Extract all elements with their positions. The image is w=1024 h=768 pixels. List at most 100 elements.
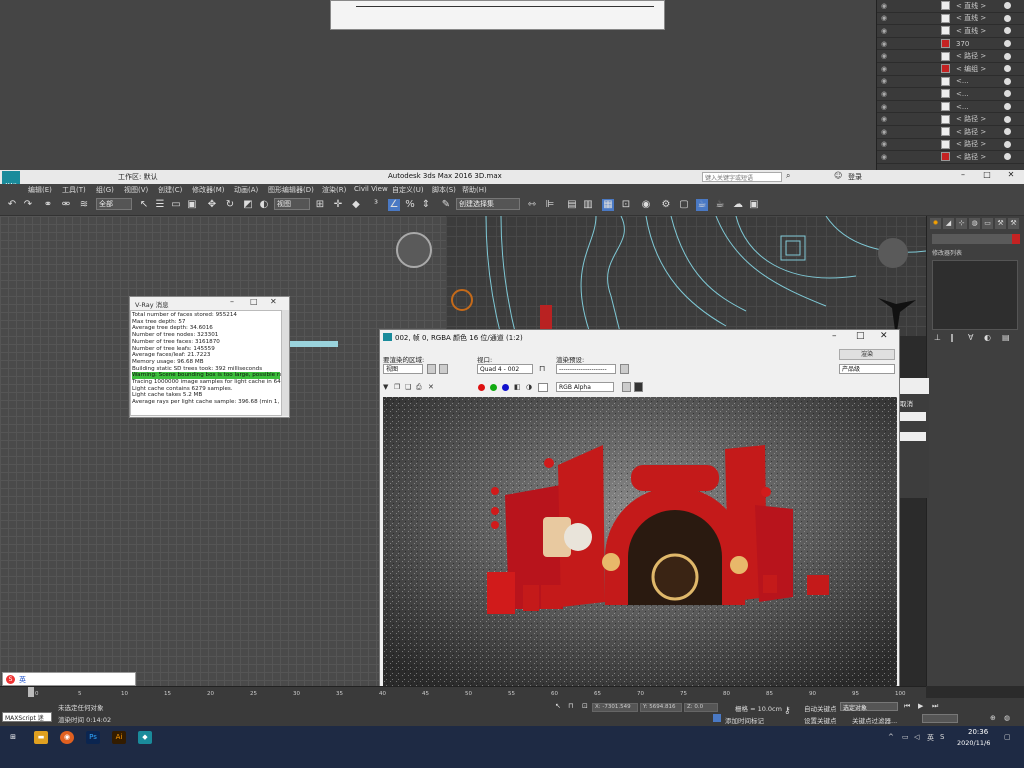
ime-tray-label[interactable]: 英 — [927, 733, 934, 743]
zoom-extents-icon[interactable]: ⊕ — [990, 714, 996, 722]
vray-frame-icon[interactable]: ▣ — [748, 199, 760, 211]
ime-toolbar[interactable]: S 英 — [2, 672, 136, 686]
display-toggle-icon[interactable] — [622, 382, 631, 392]
layer-target-icon[interactable] — [1004, 115, 1011, 123]
illustrator-icon[interactable]: Ai — [112, 731, 126, 744]
green-channel-icon[interactable] — [490, 384, 497, 391]
maxscript-listener[interactable]: MAXScript 迷 — [2, 712, 52, 722]
remove-modifier-icon[interactable]: ◐ — [984, 333, 991, 342]
layer-row[interactable]: ◉ < 直线 > — [877, 25, 1024, 38]
modifier-stack[interactable] — [932, 260, 1018, 330]
menu-item[interactable]: 帮助(H) — [462, 185, 487, 195]
visibility-icon[interactable]: ◉ — [881, 90, 891, 98]
clock-time[interactable]: 20:36 — [968, 728, 988, 736]
align-icon[interactable]: ⊫ — [544, 199, 556, 211]
minimize-button[interactable]: – — [952, 170, 974, 184]
selection-filter-dropdown[interactable]: 全部 — [96, 198, 132, 210]
angle-snap-icon[interactable]: ∠ — [388, 199, 400, 211]
go-end-icon[interactable]: ⏭ — [932, 702, 938, 711]
close-button[interactable]: ✕ — [1000, 170, 1022, 184]
layer-target-icon[interactable] — [1004, 52, 1011, 60]
tray-arrow-icon[interactable]: ^ — [888, 733, 894, 741]
layer-target-icon[interactable] — [1004, 140, 1011, 148]
layer-row[interactable]: ◉ < 路径 > — [877, 139, 1024, 152]
display-tab-icon[interactable]: ▭ — [982, 218, 993, 229]
a360-render-icon[interactable]: ☁ — [732, 199, 744, 211]
select-manipulate-icon[interactable]: ✛ — [332, 199, 344, 211]
mirror-icon[interactable]: ⇿ — [526, 199, 538, 211]
rotate-icon[interactable]: ↻ — [224, 199, 236, 211]
vray-close-button[interactable]: ✕ — [270, 297, 277, 306]
layer-row[interactable]: ◉ <... — [877, 76, 1024, 89]
production-level-dropdown[interactable]: 产品级 — [839, 364, 895, 374]
lock-viewport-icon[interactable]: ⊓ — [539, 364, 545, 373]
key-filters-button[interactable]: 关键点过滤器... — [852, 715, 897, 725]
print-icon[interactable]: ⎙ — [416, 383, 422, 392]
time-tag-icon[interactable] — [713, 714, 721, 722]
dialog-field[interactable] — [900, 432, 926, 441]
render-setup-icon[interactable]: ⚙ — [660, 199, 672, 211]
clone-frame-icon[interactable]: ❑ — [405, 383, 411, 391]
vray-scrollbar[interactable] — [282, 310, 289, 416]
red-channel-icon[interactable] — [478, 384, 485, 391]
maximize-button[interactable]: □ — [976, 170, 998, 184]
key-mode-dropdown[interactable]: 选定对象 — [840, 702, 898, 712]
play-icon[interactable]: ▶ — [918, 702, 923, 710]
layer-target-icon[interactable] — [1004, 103, 1011, 111]
render-preset-dropdown[interactable]: ---------------------- — [556, 364, 616, 374]
visibility-icon[interactable]: ◉ — [881, 2, 891, 10]
rf-close-button[interactable]: ✕ — [880, 331, 888, 341]
ime-mode-label[interactable]: 英 — [19, 675, 26, 685]
cancel-button[interactable]: 取消 — [900, 398, 913, 408]
keyboard-shortcut-icon[interactable]: ◆ — [350, 199, 362, 211]
scale-icon[interactable]: ◩ — [242, 199, 254, 211]
layer-row[interactable]: ◉ 370 — [877, 38, 1024, 51]
unlink-icon[interactable]: ⚮ — [60, 199, 72, 211]
visibility-icon[interactable]: ◉ — [881, 27, 891, 35]
spinner-snap-icon[interactable]: ⇕ — [420, 199, 432, 211]
visibility-icon[interactable]: ◉ — [881, 115, 891, 123]
menu-item[interactable]: 组(G) — [96, 185, 114, 195]
ref-coord-dropdown[interactable]: 视图 — [274, 198, 310, 210]
named-selection-dropdown[interactable]: 创建选择集 — [456, 198, 520, 210]
channel-dropdown[interactable]: RGB Alpha — [556, 382, 614, 392]
visibility-icon[interactable]: ◉ — [881, 140, 891, 148]
visibility-icon[interactable]: ◉ — [881, 65, 891, 73]
configure-sets-icon[interactable]: ▤ — [1002, 333, 1010, 342]
rf-minimize-button[interactable]: – — [832, 331, 837, 341]
create-tab-icon[interactable]: ✹ — [930, 218, 941, 229]
select-object-icon[interactable]: ↖ — [138, 199, 150, 211]
y-coordinate[interactable]: Y: 5694.816 — [640, 703, 682, 712]
layer-row[interactable]: ◉ < 直线 > — [877, 13, 1024, 26]
ribbon-icon[interactable]: ▥ — [582, 199, 594, 211]
menu-item[interactable]: 工具(T) — [62, 185, 86, 195]
layer-target-icon[interactable] — [1004, 90, 1011, 98]
timeline[interactable] — [0, 686, 926, 698]
move-icon[interactable]: ✥ — [206, 199, 218, 211]
area-to-render-dropdown[interactable]: 视图 — [383, 364, 423, 374]
tool-tab-icon[interactable]: ⚒ — [1008, 218, 1019, 229]
object-color-swatch[interactable] — [1012, 234, 1020, 244]
select-by-name-icon[interactable]: ☰ — [154, 199, 166, 211]
menu-item[interactable]: 动画(A) — [234, 185, 258, 195]
curve-editor-icon[interactable]: ▦ — [602, 199, 614, 211]
link-icon[interactable]: ⚭ — [42, 199, 54, 211]
channel-display-icon[interactable] — [634, 382, 643, 392]
render-production-icon[interactable]: ☕ — [696, 199, 708, 211]
layer-row[interactable]: ◉ < 编组 > — [877, 63, 1024, 76]
hierarchy-tab-icon[interactable]: ⊹ — [956, 218, 967, 229]
user-icon[interactable]: ☺ — [834, 171, 842, 180]
sogou-tray-icon[interactable]: S — [940, 733, 944, 741]
layer-target-icon[interactable] — [1004, 2, 1011, 10]
save-image-icon[interactable]: ▼ — [383, 383, 388, 391]
layer-target-icon[interactable] — [1004, 27, 1011, 35]
viewcube-icon[interactable] — [396, 232, 432, 268]
menu-item[interactable]: 创建(C) — [158, 185, 182, 195]
viewcube-right-icon[interactable] — [878, 238, 908, 268]
rect-selection-icon[interactable]: ▭ — [170, 199, 182, 211]
browser-icon[interactable]: ◉ — [60, 731, 74, 744]
window-crossing-icon[interactable]: ▣ — [186, 199, 198, 211]
volume-icon[interactable]: ◁ — [914, 733, 919, 741]
layer-target-icon[interactable] — [1004, 77, 1011, 85]
current-frame-field[interactable] — [922, 714, 958, 723]
